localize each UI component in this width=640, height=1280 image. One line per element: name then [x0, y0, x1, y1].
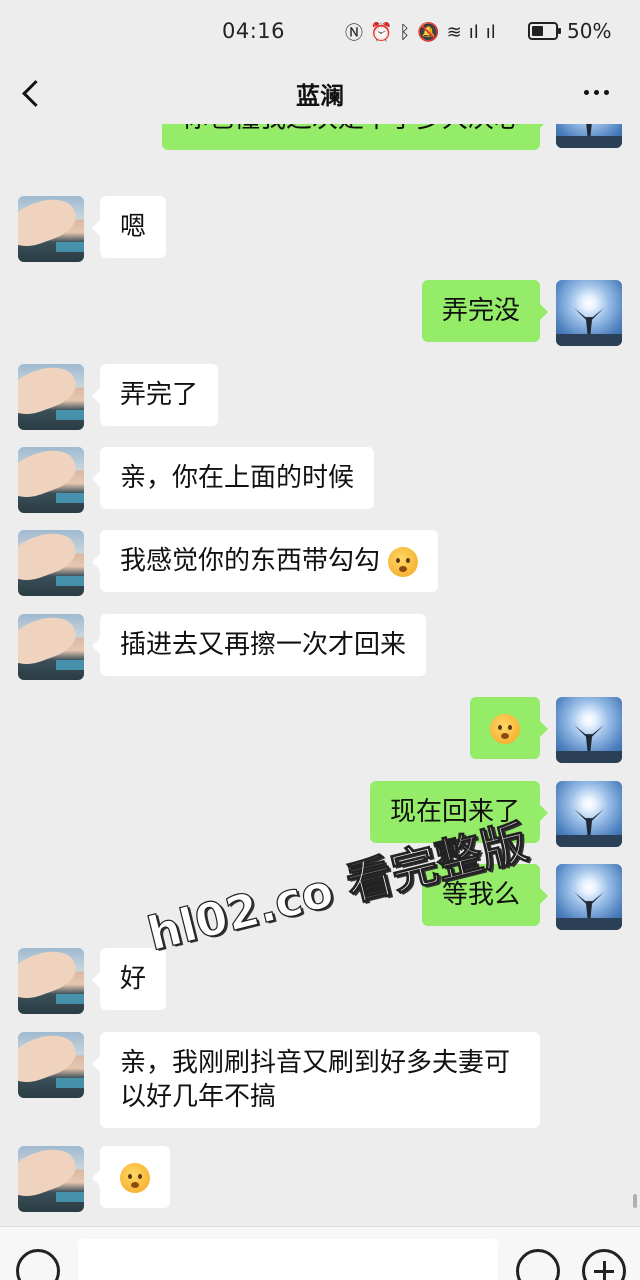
contact-avatar[interactable]: [18, 447, 84, 513]
contact-avatar[interactable]: [18, 614, 84, 680]
signal-4g-icon: ıl: [485, 21, 496, 43]
contact-avatar[interactable]: [18, 364, 84, 430]
status-time: 04:16: [222, 19, 286, 43]
alarm-icon: ⏰: [370, 21, 393, 43]
message-list[interactable]: 你也懂我这次是下了多大决心 嗯 弄完没 弄完了 亲，你在上面的时候 我感觉你的东…: [0, 124, 640, 1226]
nfc-icon: Ⓝ: [345, 23, 363, 44]
contact-avatar[interactable]: [18, 196, 84, 262]
emoji-button[interactable]: [516, 1249, 560, 1280]
contact-avatar[interactable]: [18, 1032, 84, 1098]
message-bubble[interactable]: 你也懂我这次是下了多大决心: [161, 124, 549, 150]
message-bubble[interactable]: 弄完了: [91, 364, 219, 426]
wifi-icon: ≋: [446, 21, 462, 43]
flushed-face-emoji-icon: [120, 1162, 150, 1193]
my-avatar[interactable]: [556, 697, 622, 763]
signal-5g-icon: ıl: [468, 21, 479, 43]
message-bubble[interactable]: 亲，我刚刷抖音又刷到好多夫妻可以好几年不搞: [92, 1032, 540, 1128]
dizzy-face-emoji-icon: [490, 713, 520, 744]
battery-percent: 50%: [567, 19, 612, 43]
message-bubble[interactable]: 嗯: [91, 196, 167, 258]
message-bubble[interactable]: 我感觉你的东西带勾勾: [91, 530, 439, 592]
input-bar: [0, 1226, 640, 1280]
message-bubble[interactable]: 弄完没: [421, 280, 549, 342]
message-bubble[interactable]: 亲，你在上面的时候: [91, 447, 375, 509]
contact-avatar[interactable]: [18, 530, 84, 596]
message-bubble[interactable]: [470, 697, 548, 759]
chat-title: 蓝澜: [296, 82, 344, 110]
my-avatar[interactable]: [556, 124, 622, 148]
message-input[interactable]: [78, 1239, 498, 1280]
battery-fill: [532, 26, 543, 36]
message-bubble[interactable]: 插进去又再擦一次才回来: [91, 614, 427, 676]
contact-avatar[interactable]: [18, 948, 84, 1014]
bluetooth-icon: ᛒ: [399, 21, 411, 43]
chat-header: 蓝澜: [0, 62, 640, 124]
thinking-emoji-icon: [388, 546, 419, 577]
my-avatar[interactable]: [556, 781, 622, 847]
more-actions-button[interactable]: [582, 1249, 626, 1280]
my-avatar[interactable]: [556, 864, 622, 930]
contact-avatar[interactable]: [18, 1146, 84, 1212]
battery-icon: [528, 22, 561, 40]
my-avatar[interactable]: [556, 280, 622, 346]
status-bar: 04:16 Ⓝ ⏰ ᛒ 🔕 ≋ ıl ıl 50%: [0, 0, 640, 62]
message-text: 我感觉你的东西带勾勾: [120, 546, 381, 576]
voice-input-button[interactable]: [16, 1249, 60, 1280]
scrollbar[interactable]: [633, 1194, 637, 1208]
mute-icon: 🔕: [417, 21, 440, 43]
status-icons: Ⓝ ⏰ ᛒ 🔕 ≋ ıl ıl: [345, 19, 496, 45]
message-bubble[interactable]: [92, 1146, 170, 1208]
more-options-button[interactable]: [576, 80, 616, 104]
